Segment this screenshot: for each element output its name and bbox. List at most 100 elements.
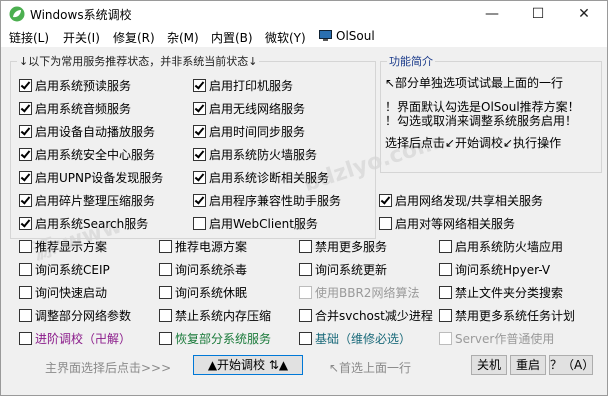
service-option-checkbox[interactable]: 启用系统安全中心服务	[19, 148, 155, 164]
menu-link[interactable]: 链接(L)	[9, 29, 49, 46]
shutdown-button[interactable]: 关机	[471, 355, 507, 375]
checkbox-empty-icon[interactable]	[19, 240, 32, 253]
service-option-label: 询问系统CEIP	[35, 263, 110, 277]
checkbox-checked-icon[interactable]	[19, 125, 32, 138]
hint-left: 主界面选择后点击>>>	[45, 361, 172, 375]
service-option-checkbox[interactable]: 启用系统防火墙应用	[439, 240, 563, 256]
service-option-label: 询问系统更新	[315, 263, 388, 277]
service-option-checkbox[interactable]: 询问系统Hpyer-V	[439, 263, 550, 279]
checkbox-checked-icon[interactable]	[19, 171, 32, 184]
checkbox-empty-icon[interactable]	[159, 240, 172, 253]
minimize-button[interactable]: —	[469, 1, 515, 27]
service-option-label: 启用系统安全中心服务	[35, 148, 156, 162]
service-option-checkbox[interactable]: 恢复部分系统服务	[159, 332, 271, 348]
service-option-checkbox[interactable]: 启用WebClient服务	[193, 217, 318, 233]
service-option-checkbox[interactable]: 启用系统音频服务	[19, 102, 131, 118]
checkbox-empty-icon[interactable]	[439, 286, 452, 299]
checkbox-checked-icon[interactable]	[193, 194, 206, 207]
service-option-label: 禁止系统内存压缩	[175, 309, 272, 323]
checkbox-checked-icon[interactable]	[19, 148, 32, 161]
service-option-label: 禁用更多服务	[315, 240, 388, 254]
checkbox-checked-icon[interactable]	[19, 79, 32, 92]
service-option-label: 启用对等网络相关服务	[395, 217, 516, 231]
checkbox-checked-icon[interactable]	[193, 125, 206, 138]
checkbox-empty-icon[interactable]	[159, 332, 172, 345]
service-option-checkbox[interactable]: 禁用更多服务	[299, 240, 387, 256]
service-option-label: 合并svchost减少进程	[315, 309, 433, 323]
service-option-checkbox[interactable]: 询问快速启动	[19, 286, 107, 302]
service-option-checkbox[interactable]: 启用程序兼容性助手服务	[193, 194, 341, 210]
checkbox-empty-icon[interactable]	[19, 309, 32, 322]
service-option-checkbox[interactable]: 禁止文件夹分类搜索	[439, 286, 563, 302]
service-option-checkbox[interactable]: 启用系统诊断相关服务	[193, 171, 329, 187]
service-option-checkbox[interactable]: 启用时间同步服务	[193, 125, 305, 141]
service-option-checkbox[interactable]: 禁用更多系统任务计划	[439, 309, 575, 325]
checkbox-checked-icon[interactable]	[193, 148, 206, 161]
service-option-label: 使用BBR2网络算法	[315, 286, 420, 300]
help-button[interactable]: ？（A）	[549, 355, 594, 375]
checkbox-empty-icon[interactable]	[299, 332, 312, 345]
checkbox-empty-icon[interactable]	[299, 263, 312, 276]
service-option-checkbox[interactable]: 启用UPNP设备发现服务	[19, 171, 163, 187]
checkbox-checked-icon[interactable]	[19, 217, 32, 230]
service-option-checkbox[interactable]: 启用系统防火墙服务	[193, 148, 317, 164]
checkbox-empty-icon[interactable]	[19, 286, 32, 299]
menu-microsoft[interactable]: 微软(Y)	[265, 29, 306, 46]
menu-switch[interactable]: 开关(I)	[63, 29, 100, 46]
service-option-checkbox[interactable]: 启用系统预读服务	[19, 79, 131, 95]
service-option-label: 基础（维修必选）	[315, 332, 412, 346]
service-option-checkbox[interactable]: 询问系统CEIP	[19, 263, 110, 279]
checkbox-checked-icon[interactable]	[19, 102, 32, 115]
checkbox-empty-icon[interactable]	[159, 309, 172, 322]
checkbox-checked-icon[interactable]	[19, 194, 32, 207]
checkbox-empty-icon[interactable]	[19, 332, 32, 345]
menu-repair[interactable]: 修复(R)	[113, 29, 155, 46]
service-option-checkbox[interactable]: 启用碎片整理压缩服务	[19, 194, 155, 210]
checkbox-empty-icon[interactable]	[159, 286, 172, 299]
menu-olsoul[interactable]: OlSoul	[319, 29, 375, 43]
service-option-checkbox[interactable]: 基础（维修必选）	[299, 332, 411, 348]
service-option-checkbox[interactable]: 启用设备自动播放服务	[19, 125, 155, 141]
service-option-checkbox[interactable]: 进阶调校（卍解）	[19, 332, 131, 348]
checkbox-checked-icon[interactable]	[379, 194, 392, 207]
restart-button[interactable]: 重启	[510, 355, 546, 375]
service-option-checkbox[interactable]: 禁止系统内存压缩	[159, 309, 271, 325]
checkbox-checked-icon[interactable]	[193, 79, 206, 92]
service-option-checkbox[interactable]: 推荐电源方案	[159, 240, 247, 256]
checkbox-empty-icon[interactable]	[159, 263, 172, 276]
start-tuning-button[interactable]: ▲开始调校 ⇅▲	[193, 355, 303, 375]
service-option-checkbox[interactable]: 询问系统休眠	[159, 286, 247, 302]
intro-legend: 功能简介	[389, 55, 433, 68]
checkbox-empty-icon[interactable]	[379, 217, 392, 230]
service-option-checkbox[interactable]: 推荐显示方案	[19, 240, 107, 256]
hint-right: ↖首选上面一行	[329, 361, 412, 375]
service-option-checkbox[interactable]: 启用系统Search服务	[19, 217, 148, 233]
service-option-label: 询问快速启动	[35, 286, 108, 300]
service-option-checkbox[interactable]: 启用打印机服务	[193, 79, 293, 95]
service-option-label: 启用UPNP设备发现服务	[35, 171, 164, 185]
checkbox-empty-icon[interactable]	[19, 263, 32, 276]
title-bar: Windows系统调校 — ☐ ✕	[1, 1, 607, 27]
service-option-label: 恢复部分系统服务	[175, 332, 272, 346]
menu-misc[interactable]: 杂(M)	[167, 29, 199, 46]
service-option-label: 启用程序兼容性助手服务	[209, 194, 342, 208]
service-option-checkbox[interactable]: 调整部分网络参数	[19, 309, 131, 325]
service-option-checkbox[interactable]: 询问系统杀毒	[159, 263, 247, 279]
close-button[interactable]: ✕	[561, 1, 607, 27]
menu-builtin[interactable]: 内置(B)	[211, 29, 253, 46]
service-option-checkbox[interactable]: 合并svchost减少进程	[299, 309, 433, 325]
checkbox-checked-icon[interactable]	[193, 102, 206, 115]
checkbox-empty-icon[interactable]	[299, 240, 312, 253]
checkbox-empty-icon[interactable]	[439, 263, 452, 276]
service-option-label: 启用碎片整理压缩服务	[35, 194, 156, 208]
service-option-checkbox[interactable]: 启用网络发现/共享相关服务	[379, 194, 543, 210]
service-option-checkbox[interactable]: 启用对等网络相关服务	[379, 217, 515, 233]
checkbox-checked-icon[interactable]	[193, 171, 206, 184]
checkbox-empty-icon[interactable]	[193, 217, 206, 230]
maximize-button[interactable]: ☐	[515, 1, 561, 27]
service-option-checkbox[interactable]: 询问系统更新	[299, 263, 387, 279]
service-option-checkbox[interactable]: 启用无线网络服务	[193, 102, 305, 118]
checkbox-empty-icon[interactable]	[439, 309, 452, 322]
checkbox-empty-icon[interactable]	[439, 240, 452, 253]
checkbox-empty-icon[interactable]	[299, 309, 312, 322]
